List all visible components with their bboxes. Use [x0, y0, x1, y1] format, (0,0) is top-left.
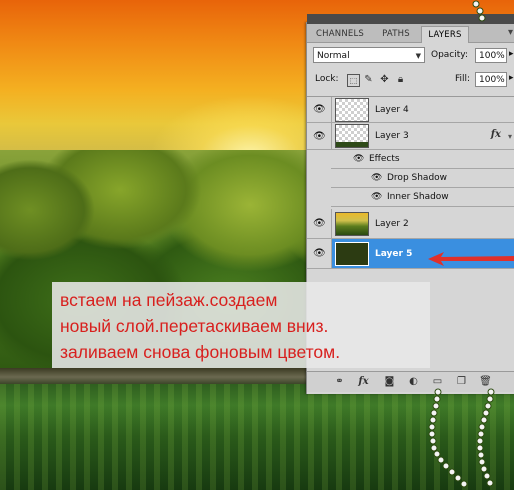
- opacity-field[interactable]: 100%: [475, 48, 507, 63]
- trash-icon[interactable]: 🗑︎: [479, 375, 492, 388]
- chevron-down-icon[interactable]: ▾: [508, 132, 512, 141]
- tab-paths[interactable]: PATHS: [375, 26, 417, 42]
- new-layer-icon[interactable]: ❐: [455, 375, 468, 388]
- visibility-toggle[interactable]: 👁︎: [307, 97, 332, 122]
- lock-fill-row: Lock: ⬚ ✎ ✥ 🔒︎ Fill: 100% ▸: [307, 70, 514, 90]
- layer-name: Layer 2: [375, 219, 409, 229]
- lock-transparent-icon[interactable]: ⬚: [347, 74, 360, 87]
- adjustment-icon[interactable]: ◐: [407, 375, 420, 388]
- fill-label: Fill:: [455, 74, 471, 84]
- mask-icon[interactable]: ◙: [383, 375, 396, 388]
- annotation-box: встаем на пейзаж.создаем новый слой.пере…: [52, 282, 430, 368]
- annotation-line-3: заливаем снова фоновым цветом.: [60, 342, 341, 362]
- water: [0, 384, 514, 490]
- eye-icon: 👁︎: [313, 218, 326, 229]
- tab-layers[interactable]: LAYERS: [421, 26, 469, 43]
- fx-icon[interactable]: fx: [491, 129, 501, 140]
- fx-icon[interactable]: fx: [357, 375, 370, 388]
- eye-icon: 👁︎: [313, 104, 326, 115]
- opacity-slider-toggle[interactable]: ▸: [509, 49, 514, 59]
- tab-channels[interactable]: CHANNELS: [309, 26, 371, 42]
- blend-mode-select[interactable]: Normal ▼: [313, 47, 425, 63]
- panel-menu-icon[interactable]: ▾: [508, 27, 513, 38]
- panel-bottom-bar: ⚭ fx ◙ ◐ ▭ ❐ 🗑︎: [307, 371, 514, 392]
- lock-brush-icon[interactable]: ✎: [363, 74, 374, 85]
- annotation-line-2: новый слой.перетаскиваем вниз.: [60, 316, 329, 336]
- lock-label: Lock:: [315, 74, 339, 84]
- chevron-down-icon: ▼: [415, 52, 421, 60]
- lock-move-icon[interactable]: ✥: [379, 74, 390, 85]
- effect-row-inner-shadow[interactable]: 👁︎ Inner Shadow: [331, 188, 514, 207]
- panel-tabs: CHANNELS PATHS LAYERS ▾: [307, 24, 514, 43]
- effects-row[interactable]: 👁︎ Effects: [331, 150, 514, 169]
- lock-all-icon[interactable]: 🔒︎: [395, 74, 406, 85]
- eye-icon[interactable]: 👁︎: [353, 154, 364, 164]
- layer-thumbnail: [335, 212, 369, 236]
- effect-name: Drop Shadow: [387, 173, 448, 183]
- folder-icon[interactable]: ▭: [431, 375, 444, 388]
- layer-name: Layer 5: [375, 249, 413, 259]
- effect-row-drop-shadow[interactable]: 👁︎ Drop Shadow: [331, 169, 514, 188]
- panel-titlebar[interactable]: [307, 14, 514, 24]
- layer-thumbnail: [335, 124, 369, 148]
- link-icon[interactable]: ⚭: [333, 375, 346, 388]
- effect-name: Inner Shadow: [387, 192, 449, 202]
- layer-thumbnail: [335, 98, 369, 122]
- arrow-icon: [428, 252, 514, 266]
- layer-thumbnail: [335, 242, 369, 266]
- layer-name: Layer 4: [375, 105, 409, 115]
- visibility-toggle[interactable]: 👁︎: [307, 209, 332, 238]
- effects-label: Effects: [369, 154, 400, 164]
- visibility-toggle[interactable]: 👁︎: [307, 239, 332, 268]
- layer-name: Layer 3: [375, 131, 409, 141]
- eye-icon[interactable]: 👁︎: [371, 173, 382, 183]
- layer-row-layer-3[interactable]: 👁︎ Layer 3 fx ▾: [307, 123, 514, 150]
- fill-slider-toggle[interactable]: ▸: [509, 73, 514, 83]
- opacity-label: Opacity:: [431, 50, 468, 60]
- eye-icon: 👁︎: [313, 248, 326, 259]
- visibility-toggle[interactable]: 👁︎: [307, 123, 332, 149]
- layer-row-layer-2[interactable]: 👁︎ Layer 2: [307, 209, 514, 239]
- eye-icon[interactable]: 👁︎: [371, 192, 382, 202]
- layer-row-layer-4[interactable]: 👁︎ Layer 4: [307, 97, 514, 123]
- fill-field[interactable]: 100%: [475, 72, 507, 87]
- annotation-line-1: встаем на пейзаж.создаем: [60, 290, 278, 310]
- blend-opacity-row: Normal ▼ Opacity: 100% ▸: [307, 46, 514, 66]
- eye-icon: 👁︎: [313, 131, 326, 142]
- blend-mode-value: Normal: [317, 51, 350, 61]
